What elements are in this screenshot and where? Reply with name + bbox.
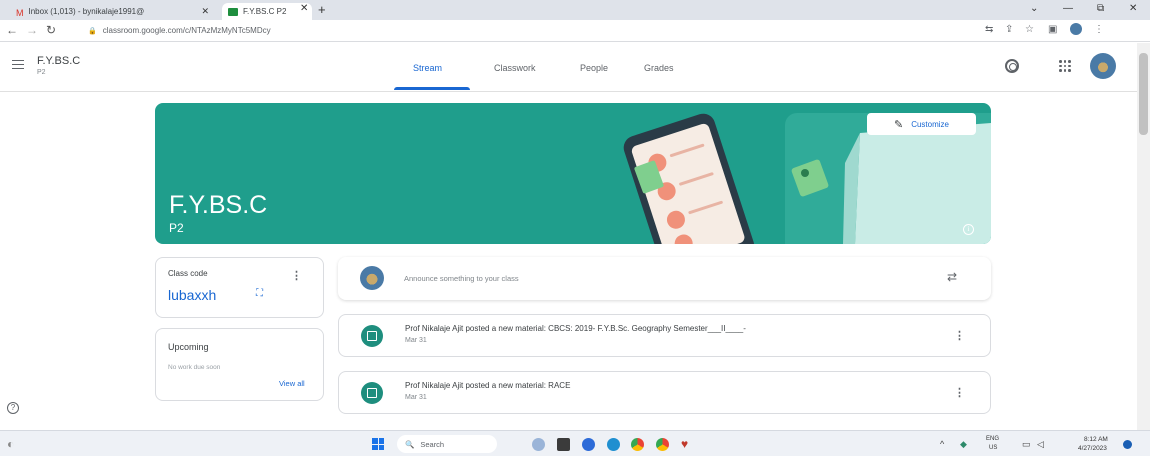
clock-date[interactable]: 4/27/2023	[1078, 445, 1107, 452]
start-button[interactable]	[372, 438, 384, 450]
chevron-up-icon[interactable]: ^	[940, 439, 944, 449]
url-text: classroom.google.com/c/NTAzMzMyNTc5MDcy	[102, 26, 271, 35]
file-explorer-icon[interactable]	[557, 438, 570, 451]
customize-button[interactable]: ✎ Customize	[867, 113, 976, 135]
bookmark-star-icon[interactable]: ☆	[1025, 24, 1034, 35]
translate-icon[interactable]: ⇆	[985, 24, 993, 35]
restore-button[interactable]: ⧉	[1097, 3, 1104, 14]
address-bar-row: ← → ↻ 🔒 classroom.google.com/c/NTAzMzMyN…	[0, 20, 1150, 42]
reload-icon[interactable]: ↻	[46, 23, 56, 37]
class-name[interactable]: F.Y.BS.C	[37, 55, 80, 67]
share-icon[interactable]: ⇪	[1005, 24, 1013, 35]
windows-taskbar: ◐ 🔍 Search ♥ ^ ◆ ENG US ▭ ◁ 8:12 AM 4/27…	[0, 430, 1150, 456]
tab-label: Inbox (1,013) - bynikalaje1991@	[28, 7, 145, 16]
settings-icon[interactable]	[1005, 59, 1019, 73]
display-icon[interactable]: ▭	[1022, 439, 1031, 450]
url-field[interactable]: 🔒 classroom.google.com/c/NTAzMzMyNTc5MDc…	[88, 22, 968, 39]
upcoming-card: Upcoming No work due soon View all	[155, 328, 324, 401]
announce-placeholder[interactable]: Announce something to your class	[404, 274, 519, 283]
upcoming-title: Upcoming	[168, 342, 209, 352]
tab-label: F.Y.BS.C P2	[243, 7, 287, 16]
profile-avatar[interactable]	[1070, 23, 1082, 35]
classroom-icon	[228, 7, 238, 16]
tab-stream[interactable]: Stream	[413, 63, 442, 73]
input-region[interactable]: US	[989, 445, 997, 451]
tab-grades[interactable]: Grades	[644, 63, 674, 73]
apps-grid-icon[interactable]	[1059, 60, 1071, 72]
repost-icon[interactable]: ⇄	[947, 270, 957, 284]
network-tray-icon[interactable]: ◆	[960, 439, 967, 450]
classroom-header: F.Y.BS.C P2 Stream Classwork People Grad…	[0, 43, 1150, 92]
forward-icon[interactable]: →	[26, 23, 38, 37]
chrome-profile-icon[interactable]	[656, 438, 669, 451]
banner-illustration	[623, 113, 991, 244]
clock-time[interactable]: 8:12 AM	[1084, 436, 1108, 443]
scrollbar[interactable]	[1137, 43, 1150, 430]
view-all-link[interactable]: View all	[279, 379, 305, 388]
lock-icon: 🔒	[88, 27, 97, 35]
material-icon	[361, 325, 383, 347]
back-icon[interactable]: ←	[6, 23, 18, 37]
announce-box[interactable]: Announce something to your class ⇄	[338, 257, 991, 300]
tab-classroom[interactable]: F.Y.BS.C P2	[222, 3, 312, 20]
meet-icon[interactable]	[532, 438, 545, 451]
input-language[interactable]: ENG	[986, 436, 999, 442]
active-tab-indicator	[394, 87, 470, 90]
minimize-button[interactable]: —	[1063, 3, 1073, 14]
kebab-menu-icon[interactable]: ⋮	[954, 386, 965, 399]
info-icon[interactable]: i	[963, 224, 974, 235]
banner-subtitle: P2	[169, 221, 184, 235]
fullscreen-icon[interactable]: ⛶	[256, 288, 263, 299]
class-code-value: lubaxxh	[168, 287, 217, 303]
avatar	[360, 266, 384, 290]
taskbar-search[interactable]: 🔍 Search	[397, 435, 497, 453]
window-close-button[interactable]: ✕	[1129, 3, 1137, 14]
kebab-menu-icon[interactable]: ⋮	[291, 269, 302, 282]
chat-icon[interactable]	[582, 438, 595, 451]
post-text[interactable]: Prof Nikalaje Ajit posted a new material…	[405, 381, 570, 390]
tab-people[interactable]: People	[580, 63, 608, 73]
hamburger-menu-icon[interactable]	[12, 60, 24, 69]
taskbar-search-label: Search	[420, 439, 445, 449]
side-panel-icon[interactable]: ▣	[1048, 24, 1057, 35]
class-section: P2	[37, 69, 46, 76]
stream-post[interactable]: Prof Nikalaje Ajit posted a new material…	[338, 314, 991, 357]
post-date: Mar 31	[405, 394, 427, 401]
kebab-menu-icon[interactable]: ⋮	[954, 329, 965, 342]
upcoming-empty-text: No work due soon	[168, 364, 221, 371]
material-icon	[361, 382, 383, 404]
scrollbar-thumb[interactable]	[1139, 53, 1148, 135]
browser-tab-bar: M Inbox (1,013) - bynikalaje1991@ ✕ F.Y.…	[0, 0, 1150, 20]
search-icon: 🔍	[405, 439, 415, 449]
widgets-icon[interactable]: ◐	[7, 437, 14, 451]
customize-label: Customize	[911, 119, 949, 129]
class-banner: F.Y.BS.C P2 ✎ Customize i	[155, 103, 991, 244]
kebab-menu-icon[interactable]: ⋮	[1094, 24, 1104, 35]
post-text[interactable]: Prof Nikalaje Ajit posted a new material…	[405, 324, 746, 333]
stream-post[interactable]: Prof Nikalaje Ajit posted a new material…	[338, 371, 991, 414]
class-code-card: Class code ⋮ lubaxxh ⛶	[155, 257, 324, 318]
close-icon[interactable]: ✕	[201, 6, 209, 17]
banner-title: F.Y.BS.C	[169, 191, 268, 219]
chrome-icon[interactable]	[631, 438, 644, 451]
app-icon[interactable]: ♥	[681, 438, 694, 451]
volume-icon[interactable]: ◁	[1037, 439, 1044, 450]
chevron-down-icon[interactable]: ⌄	[1030, 3, 1038, 14]
notification-icon[interactable]	[1123, 440, 1132, 449]
new-tab-button[interactable]: +	[318, 2, 326, 17]
user-avatar[interactable]	[1090, 53, 1116, 79]
post-date: Mar 31	[405, 337, 427, 344]
tab-classwork[interactable]: Classwork	[494, 63, 536, 73]
gmail-icon: M	[16, 7, 24, 18]
tab-gmail[interactable]: M Inbox (1,013) - bynikalaje1991@ ✕	[10, 3, 215, 20]
help-icon[interactable]: ?	[7, 402, 19, 414]
close-icon[interactable]: ✕	[300, 3, 308, 14]
class-code-label: Class code	[168, 269, 208, 278]
edge-icon[interactable]	[607, 438, 620, 451]
pencil-icon: ✎	[893, 118, 904, 131]
